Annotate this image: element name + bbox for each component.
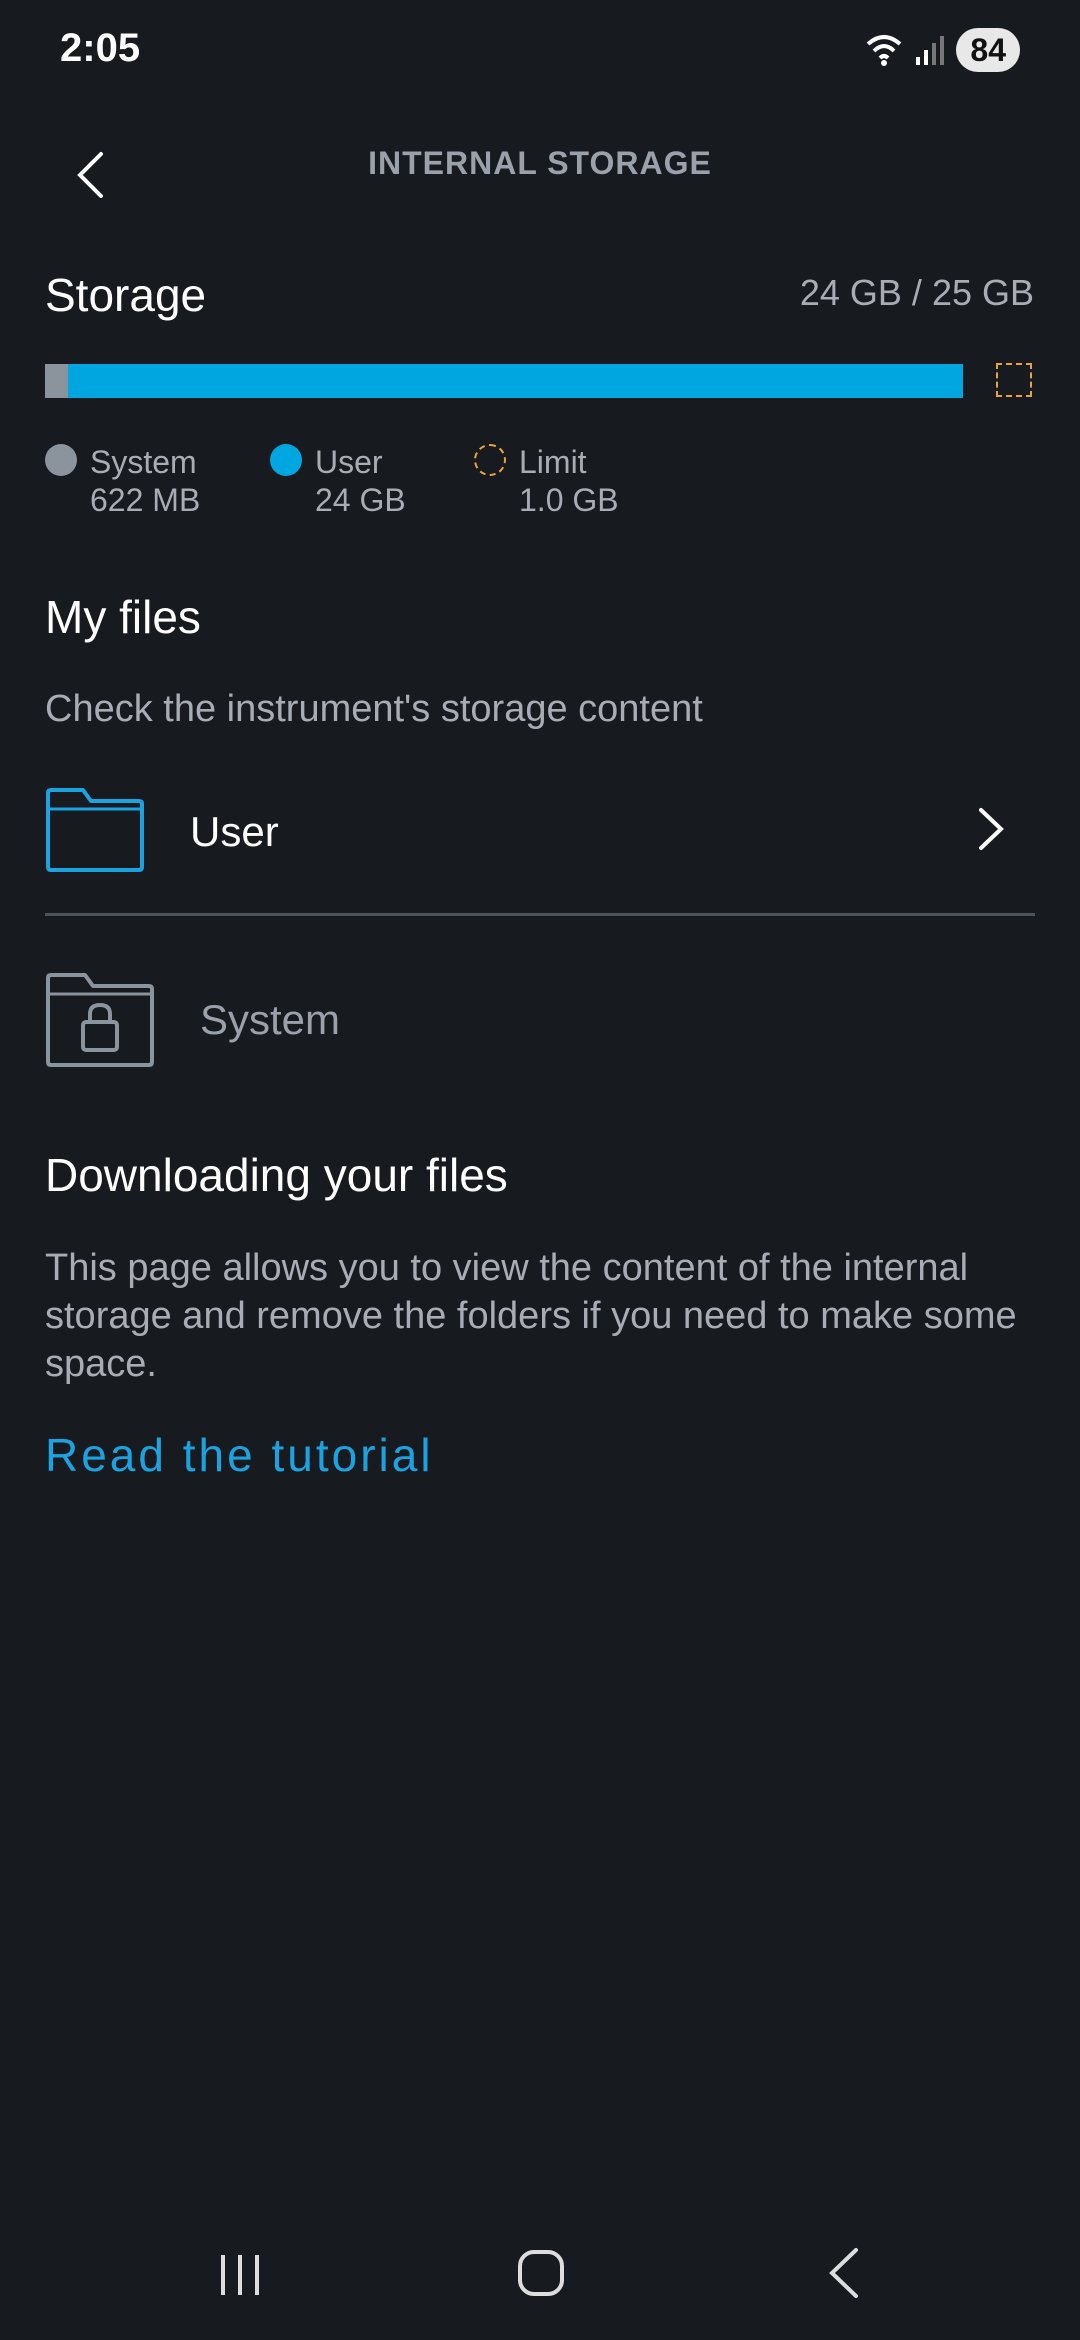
back-arrow-icon — [829, 2248, 858, 2298]
legend-label: User — [315, 444, 383, 480]
folder-row-system: System — [45, 968, 1035, 1078]
legend-value: 24 GB — [315, 482, 406, 518]
folder-icon — [46, 788, 144, 872]
folder-label: User — [190, 808, 279, 855]
signal-icon — [916, 36, 945, 65]
folder-row-user[interactable]: User — [45, 778, 1035, 910]
legend-dot-limit — [474, 444, 506, 476]
legend-label: System — [90, 444, 197, 480]
storage-bar-limit-segment — [996, 363, 1032, 397]
legend-value: 622 MB — [90, 482, 201, 518]
system-back-button[interactable] — [826, 2246, 862, 2305]
storage-bar-system-segment — [45, 364, 68, 398]
downloading-description: This page allows you to view the content… — [45, 1247, 1017, 1385]
downloading-title: Downloading your files — [45, 1149, 508, 1201]
locked-folder-icon — [46, 973, 154, 1067]
status-time: 2:05 — [60, 26, 141, 70]
status-icons: 84 — [864, 28, 1020, 72]
recent-apps-button[interactable] — [215, 2250, 265, 2305]
legend-label: Limit — [519, 444, 587, 480]
storage-usage-bar — [45, 364, 963, 398]
wifi-icon — [867, 35, 902, 66]
storage-total: 24 GB / 25 GB — [799, 272, 1034, 313]
folder-label: System — [200, 996, 341, 1043]
page-title: INTERNAL STORAGE — [368, 145, 712, 181]
recent-apps-icon — [221, 2255, 259, 2295]
legend-value: 1.0 GB — [519, 482, 619, 518]
read-tutorial-link[interactable]: Read the tutorial — [45, 1428, 434, 1482]
my-files-subtitle: Check the instrument's storage content — [45, 688, 703, 730]
my-files-title: My files — [45, 591, 201, 643]
home-button[interactable] — [516, 2248, 566, 2303]
divider — [45, 913, 1035, 916]
battery-indicator: 84 — [956, 28, 1020, 72]
storage-title: Storage — [45, 269, 207, 321]
legend-dot-system — [45, 444, 77, 476]
home-icon — [518, 2250, 564, 2296]
chevron-right-icon — [977, 806, 1005, 857]
legend-dot-user — [270, 444, 302, 476]
